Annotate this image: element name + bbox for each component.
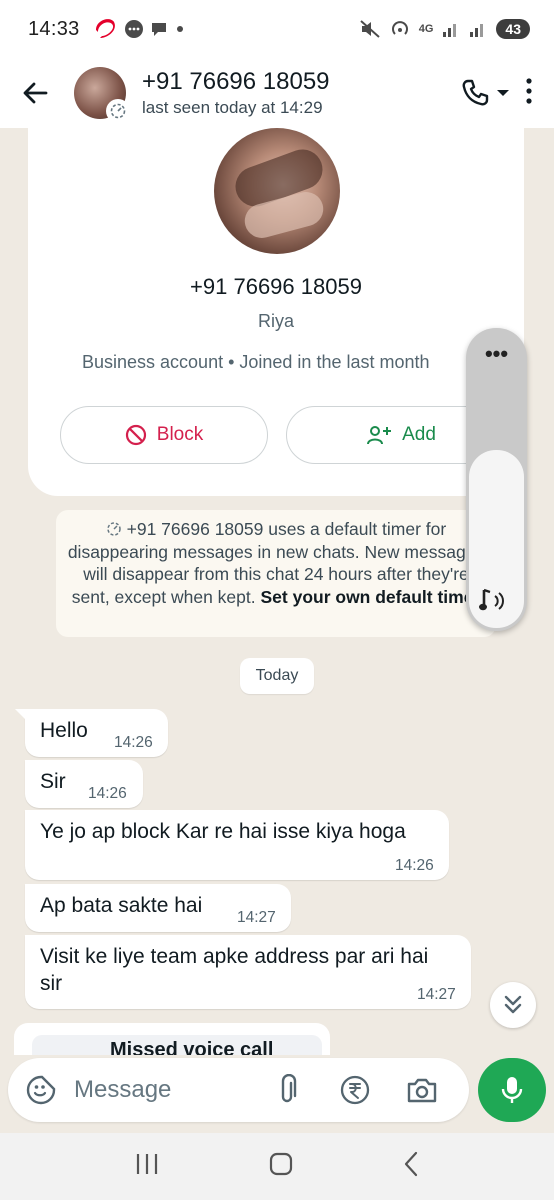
attach-button[interactable] xyxy=(276,1074,298,1106)
add-person-icon xyxy=(367,426,392,445)
system-navigation-bar xyxy=(0,1133,554,1200)
message-text: Ye jo ap block Kar re hai isse kiya hoga xyxy=(40,820,406,843)
message-text: Visit ke liye team apke address par ari … xyxy=(40,945,429,995)
card-phone: +91 76696 18059 xyxy=(190,274,362,299)
rupee-icon xyxy=(340,1075,370,1105)
sticker-button[interactable] xyxy=(26,1075,56,1105)
paperclip-icon xyxy=(281,1074,297,1103)
contact-avatar[interactable] xyxy=(74,67,130,123)
message-time: 14:26 xyxy=(395,857,434,874)
volume-more-icon[interactable]: ••• xyxy=(466,343,527,365)
add-label: Add xyxy=(402,424,436,445)
contact-profile-photo[interactable] xyxy=(214,128,340,254)
hotspot-icon xyxy=(390,19,410,39)
camera-button[interactable] xyxy=(406,1076,438,1104)
signal-icon-2 xyxy=(469,20,487,38)
message-text: Hello xyxy=(40,719,88,742)
caret-down-icon xyxy=(497,90,509,96)
voice-message-button[interactable] xyxy=(478,1058,546,1122)
back-button[interactable] xyxy=(0,63,70,123)
chat-header: +91 76696 18059 last seen today at 14:29 xyxy=(0,58,554,128)
message-text: Sir xyxy=(40,770,66,793)
block-icon xyxy=(125,424,146,446)
more-notifications-dot-icon xyxy=(174,23,186,35)
recent-apps-button[interactable] xyxy=(134,1152,160,1181)
message-bubble[interactable]: Sir 14:26 xyxy=(25,760,143,808)
scroll-to-bottom-button[interactable] xyxy=(490,982,536,1028)
message-time: 14:26 xyxy=(88,785,127,802)
message-text: Ap bata sakte hai xyxy=(40,894,203,917)
message-bubble[interactable]: Visit ke liye team apke address par ari … xyxy=(25,935,471,1009)
call-button[interactable] xyxy=(460,78,510,108)
kebab-menu-icon xyxy=(526,77,532,104)
compose-bar xyxy=(8,1058,469,1122)
disappearing-messages-notice: +91 76696 18059 uses a default timer for… xyxy=(56,510,496,637)
back-arrow-icon xyxy=(23,82,48,104)
block-label: Block xyxy=(156,424,204,445)
contact-name: +91 76696 18059 xyxy=(142,68,330,95)
message-time: 14:27 xyxy=(417,986,456,1003)
message-input[interactable] xyxy=(74,1076,264,1104)
chevron-left-icon xyxy=(404,1151,418,1177)
more-options-button[interactable] xyxy=(524,77,534,110)
last-seen: last seen today at 14:29 xyxy=(142,98,323,117)
block-button[interactable]: Block xyxy=(60,406,268,464)
missed-call-message[interactable]: Missed voice call xyxy=(14,1023,330,1055)
message-bubble[interactable]: Hello 14:26 xyxy=(15,709,168,757)
home-icon xyxy=(269,1152,293,1176)
media-volume-icon xyxy=(478,586,514,621)
home-button[interactable] xyxy=(268,1151,294,1182)
microphone-icon xyxy=(501,1077,523,1103)
card-business-info: Business account • Joined in the last mo… xyxy=(82,352,430,372)
payment-button[interactable] xyxy=(340,1075,370,1105)
date-separator: Today xyxy=(240,658,314,694)
message-bubble[interactable]: Ap bata sakte hai 14:27 xyxy=(25,884,291,932)
phone-icon xyxy=(462,79,489,106)
contact-info-card: +91 76696 18059 Riya Business account • … xyxy=(28,128,524,496)
battery-indicator: 43 xyxy=(496,19,530,39)
timer-icon xyxy=(107,522,121,536)
airtel-icon xyxy=(94,18,118,40)
camera-icon xyxy=(407,1078,437,1103)
double-chevron-down-icon xyxy=(504,995,522,1014)
set-default-timer-link[interactable]: Set your own default timer xyxy=(261,587,481,607)
message-bubble[interactable]: Ye jo ap block Kar re hai isse kiya hoga… xyxy=(25,810,449,880)
disappearing-timer-icon xyxy=(106,99,130,123)
mute-icon xyxy=(359,19,381,39)
volume-slider[interactable]: ••• xyxy=(466,328,527,631)
recent-apps-icon xyxy=(136,1154,158,1174)
signal-icon xyxy=(442,20,460,38)
chat-area[interactable]: +91 76696 18059 Riya Business account • … xyxy=(0,128,554,1055)
message-time: 14:26 xyxy=(114,734,153,751)
network-type: 4G xyxy=(418,23,434,35)
nav-back-button[interactable] xyxy=(402,1151,420,1182)
status-bar: 14:33 4G 43 xyxy=(0,0,554,58)
chat-notification-icon xyxy=(150,20,168,38)
card-name: Riya xyxy=(257,311,294,331)
status-time: 14:33 xyxy=(28,17,80,40)
message-time: 14:27 xyxy=(237,909,276,926)
message-bubble-icon xyxy=(124,19,144,39)
contact-info[interactable]: +91 76696 18059 last seen today at 14:29 xyxy=(142,67,330,119)
sticker-icon xyxy=(26,1075,56,1105)
missed-call-label: Missed voice call xyxy=(110,1039,274,1055)
